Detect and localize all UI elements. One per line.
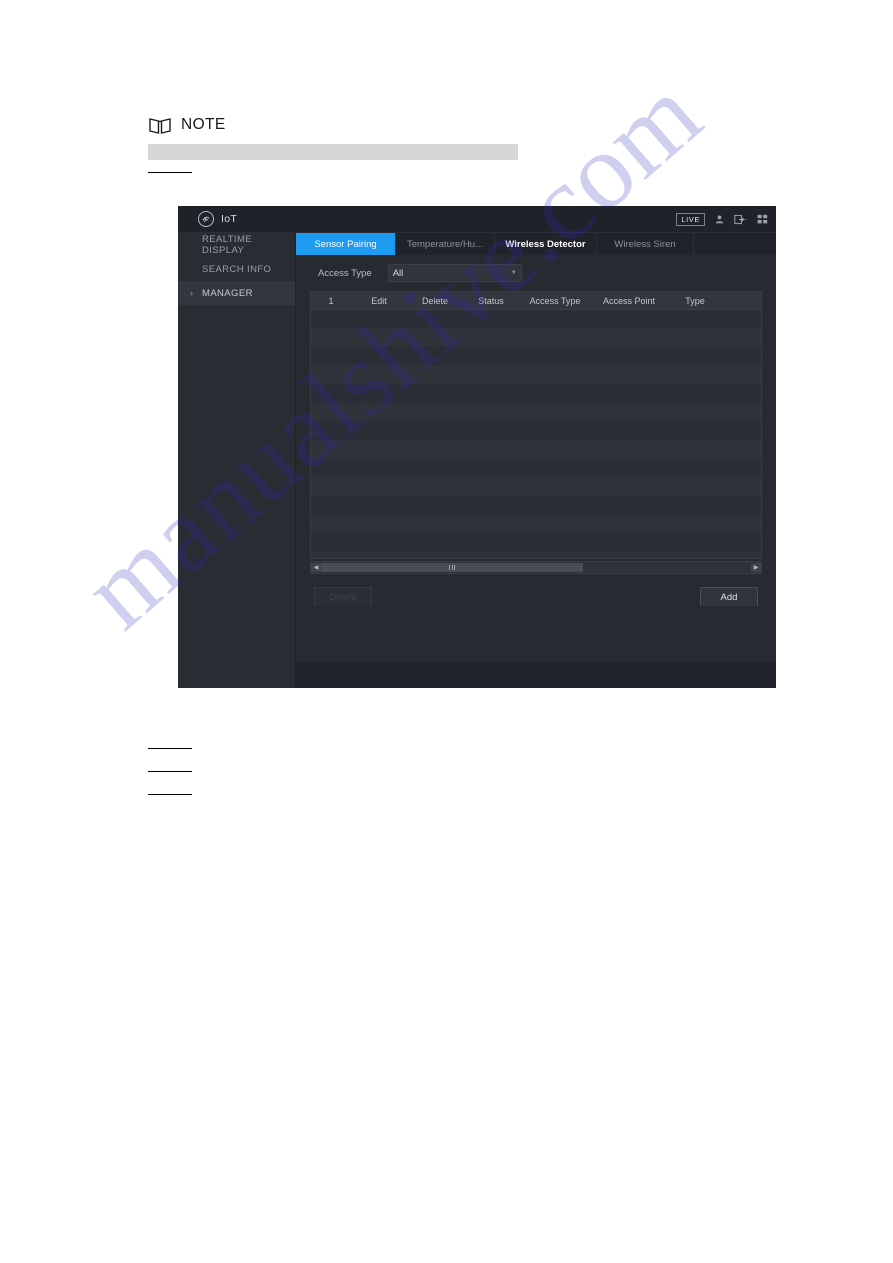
panel-empty-space: [310, 606, 762, 663]
iot-swirl-icon: [198, 211, 214, 227]
apps-grid-icon[interactable]: [757, 214, 768, 225]
table-row[interactable]: [311, 310, 761, 329]
column-header-type[interactable]: Type: [667, 296, 723, 306]
action-row: Delete Add: [310, 587, 762, 607]
note-redacted-text: [148, 144, 518, 160]
note-label: NOTE: [181, 116, 226, 133]
redacted-rule-3: [148, 771, 192, 772]
chevron-right-icon: ›: [190, 288, 194, 298]
logout-icon[interactable]: [734, 214, 748, 225]
column-header-access-point[interactable]: Access Point: [591, 296, 667, 306]
table-row[interactable]: [311, 384, 761, 404]
scrollbar-thumb[interactable]: [321, 563, 584, 572]
table-row[interactable]: [311, 403, 761, 423]
column-header-access-type[interactable]: Access Type: [519, 296, 591, 306]
table-row[interactable]: [311, 459, 761, 479]
delete-button[interactable]: Delete: [314, 587, 372, 607]
add-button[interactable]: Add: [700, 587, 758, 607]
table-row[interactable]: [311, 422, 761, 441]
sidebar-item-label: REALTIME DISPLAY: [202, 234, 253, 256]
tab-temperature-humidity[interactable]: Temperature/Hu...: [396, 233, 495, 255]
grip-line: [451, 565, 453, 570]
sidebar-item-realtime-display[interactable]: REALTIME DISPLAY: [178, 233, 295, 257]
tab-bar: Sensor Pairing Temperature/Hu... Wireles…: [296, 233, 776, 255]
app-logo-group: IoT: [198, 211, 237, 227]
user-icon[interactable]: [714, 214, 725, 225]
tab-sensor-pairing[interactable]: Sensor Pairing: [296, 233, 396, 255]
window-body: REALTIME DISPLAY SEARCH INFO › MANAGER S…: [178, 233, 776, 688]
column-header-edit[interactable]: Edit: [351, 296, 407, 306]
table-row[interactable]: [311, 552, 761, 558]
tab-label: Wireless Detector: [505, 238, 586, 250]
column-header-status[interactable]: Status: [463, 296, 519, 306]
horizontal-scrollbar[interactable]: ◀ ▶: [310, 561, 762, 574]
tab-label: Temperature/Hu...: [406, 238, 484, 250]
tab-bar-filler: [694, 233, 776, 255]
table-row[interactable]: [311, 366, 761, 385]
sidebar-item-manager[interactable]: › MANAGER: [178, 281, 295, 305]
tab-wireless-siren[interactable]: Wireless Siren: [597, 233, 694, 255]
redacted-rule-2: [148, 748, 192, 749]
column-header-delete[interactable]: Delete: [407, 296, 463, 306]
grip-line: [449, 565, 451, 570]
table-row[interactable]: [311, 347, 761, 367]
note-header: NOTE: [148, 112, 568, 138]
table-row[interactable]: [311, 515, 761, 535]
table-row[interactable]: [311, 440, 761, 460]
titlebar-actions: LIVE: [676, 212, 768, 226]
access-type-select[interactable]: All ▼: [387, 264, 522, 282]
table-row[interactable]: [311, 496, 761, 516]
detector-table: 1 Edit Delete Status Access Type Access …: [310, 291, 762, 559]
access-type-value: All: [392, 267, 404, 279]
tab-wireless-detector[interactable]: Wireless Detector: [495, 233, 597, 255]
chevron-down-icon: ▼: [510, 270, 517, 276]
caret-left-icon[interactable]: ◀: [311, 563, 321, 572]
column-header-index[interactable]: 1: [311, 296, 351, 306]
sidebar-item-label: SEARCH INFO: [202, 263, 272, 275]
iot-device-window: IoT LIVE REALTIME DISPLAY SEARCH INFO › …: [178, 206, 776, 688]
caret-right-icon[interactable]: ▶: [751, 563, 761, 572]
redacted-rule-4: [148, 794, 192, 795]
table-body: [311, 310, 761, 558]
book-icon: [148, 116, 172, 135]
sidebar-item-search-info[interactable]: SEARCH INFO: [178, 257, 295, 281]
window-title-bar: IoT LIVE: [178, 206, 776, 233]
window-footer: [296, 663, 776, 688]
table-row[interactable]: [311, 328, 761, 348]
tab-label: Wireless Siren: [614, 238, 676, 250]
table-row[interactable]: [311, 534, 761, 553]
wireless-detector-panel: Access Type All ▼ 1 Edit Delete Status A…: [296, 255, 776, 688]
table-header-row: 1 Edit Delete Status Access Type Access …: [311, 292, 761, 310]
note-block: NOTE: [148, 112, 568, 160]
table-row[interactable]: [311, 478, 761, 497]
content-area: Sensor Pairing Temperature/Hu... Wireles…: [296, 233, 776, 688]
access-type-label: Access Type: [318, 267, 372, 279]
sidebar-item-label: MANAGER: [202, 287, 253, 299]
filter-row: Access Type All ▼: [310, 255, 762, 291]
scrollbar-track[interactable]: [321, 563, 751, 572]
grip-line: [454, 565, 456, 570]
redacted-rule-1: [148, 172, 192, 173]
tab-label: Sensor Pairing: [314, 238, 377, 250]
app-title: IoT: [221, 213, 238, 225]
live-badge[interactable]: LIVE: [676, 212, 705, 226]
sidebar: REALTIME DISPLAY SEARCH INFO › MANAGER: [178, 233, 296, 688]
